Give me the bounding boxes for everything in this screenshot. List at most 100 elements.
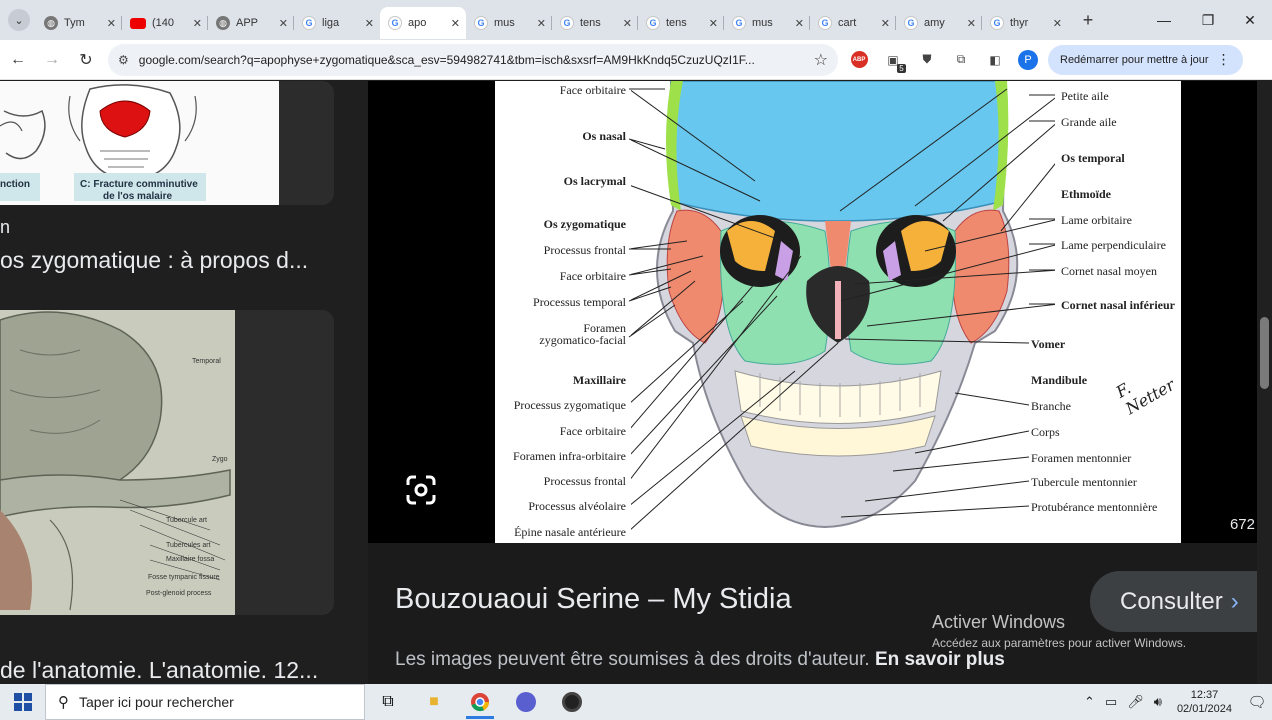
skull-label: Tubercule mentonnier (1031, 475, 1137, 489)
adblock-extension[interactable]: ABP (846, 47, 872, 73)
extension-badge[interactable]: ▣ 5 (880, 47, 906, 73)
tab-9[interactable]: Gmus ✕ (724, 7, 810, 39)
skull-label: Corps (1031, 425, 1060, 439)
google-icon: G (474, 16, 488, 30)
file-explorer-button[interactable]: ■ (411, 684, 457, 720)
url-text[interactable]: google.com/search?q=apophyse+zygomatique… (139, 53, 814, 67)
skull-label: Protubérance mentonnière (1031, 500, 1158, 514)
folder-icon: ■ (429, 693, 439, 710)
skull-label: Os zygomatique (543, 217, 626, 231)
image-source-title[interactable]: Bouzouaoui Serine – My Stidia (395, 583, 792, 616)
site-info-icon[interactable]: ⚙ (118, 53, 129, 67)
skull-label: Face orbitaire (559, 83, 626, 97)
tab-8[interactable]: Gtens ✕ (638, 7, 724, 39)
chevron-up-icon[interactable]: ⌃ (1084, 694, 1095, 710)
tab-12[interactable]: Gthyr ✕ (982, 7, 1068, 39)
chrome-icon (471, 693, 490, 712)
shield-extension[interactable]: ⛊ (914, 47, 940, 73)
start-button[interactable] (0, 684, 45, 720)
google-icon: G (560, 16, 574, 30)
skull-label: zygomatico-facial (539, 333, 626, 347)
chrome-taskbar-button[interactable] (457, 684, 503, 720)
chevron-right-icon: › (1230, 587, 1239, 615)
close-icon[interactable]: ✕ (107, 17, 116, 30)
extensions-button[interactable]: ⧉ (948, 47, 974, 73)
restart-update-button[interactable]: Redémarrer pour mettre à jour ⋮ (1048, 44, 1243, 75)
tab-7[interactable]: Gtens ✕ (552, 7, 638, 39)
page-scrollbar[interactable] (1257, 81, 1272, 684)
back-button[interactable]: ← (2, 44, 34, 76)
close-icon[interactable]: ✕ (967, 17, 976, 30)
clock[interactable]: 12:37 02/01/2024 (1177, 688, 1232, 716)
side-panel-button[interactable]: ◧ (982, 47, 1008, 73)
close-icon[interactable]: ✕ (451, 17, 460, 30)
tab-2[interactable]: (140 ✕ (122, 7, 208, 39)
skull-label: Processus frontal (543, 474, 626, 488)
chevron-down-icon: ⌄ (14, 14, 24, 27)
google-lens-button[interactable] (404, 473, 438, 507)
address-bar[interactable]: ⚙ google.com/search?q=apophyse+zygomatiq… (108, 43, 838, 76)
skull-label: Processus temporal (533, 295, 626, 309)
browser-toolbar: ← → ↻ ⚙ google.com/search?q=apophyse+zyg… (0, 40, 1272, 80)
forward-button[interactable]: → (36, 44, 68, 76)
skull-label: Processus zygomatique (513, 398, 626, 412)
profile-avatar[interactable]: P (1018, 49, 1038, 70)
skull-label: Face orbitaire (559, 269, 626, 283)
new-tab-button[interactable]: + (1076, 10, 1100, 31)
adblock-icon: ABP (850, 51, 868, 68)
skull-label: Branche (1031, 399, 1071, 413)
result-title-1[interactable]: os zygomatique : à propos d... (0, 247, 308, 274)
lens-icon (406, 475, 436, 505)
recorder-icon (562, 692, 582, 712)
app-taskbar-button[interactable] (503, 684, 549, 720)
scrollbar-thumb[interactable] (1260, 317, 1269, 389)
reload-button[interactable]: ↻ (70, 44, 102, 76)
minimize-button[interactable]: — (1142, 0, 1186, 40)
result-thumbnail-1[interactable]: nction C: Fracture comminutive de l'os m… (0, 81, 279, 205)
close-icon[interactable]: ✕ (709, 17, 718, 30)
recorder-taskbar-button[interactable] (549, 684, 595, 720)
close-icon[interactable]: ✕ (365, 17, 374, 30)
taskbar-search-box[interactable]: ⚲ Taper ici pour rechercher (45, 684, 365, 720)
close-window-button[interactable]: ✕ (1228, 0, 1272, 40)
tab-10[interactable]: Gcart ✕ (810, 7, 896, 39)
close-icon[interactable]: ✕ (1053, 17, 1062, 30)
result-source-1[interactable]: n (0, 217, 10, 238)
windows-logo-icon (13, 693, 32, 711)
close-icon[interactable]: ✕ (279, 17, 288, 30)
learn-more-link[interactable]: En savoir plus (875, 649, 1005, 670)
tab-4[interactable]: Gliga ✕ (294, 7, 380, 39)
tab-search-button[interactable]: ⌄ (8, 9, 30, 31)
skull-label: Lame perpendiculaire (1061, 238, 1166, 252)
network-icon[interactable]: ▭ (1105, 694, 1117, 710)
skull-label: Processus alvéolaire (528, 499, 626, 513)
bookmark-star-icon[interactable]: ☆ (814, 50, 828, 70)
arrow-right-icon: → (44, 50, 60, 68)
tab-1[interactable]: ◍ Tym ✕ (36, 7, 122, 39)
globe-icon: ◍ (216, 16, 230, 30)
skull-label: Maxillaire (572, 373, 626, 387)
close-icon[interactable]: ✕ (623, 17, 632, 30)
close-icon[interactable]: ✕ (193, 17, 202, 30)
close-icon[interactable]: ✕ (537, 17, 546, 30)
result-thumbnail-2[interactable]: Temporal Zygo Tubercule art Tubercules a… (0, 310, 235, 615)
skull-anatomy-image[interactable]: Face orbitaire Os nasal Os lacrymal Os zygo… (495, 81, 1181, 543)
tab-6[interactable]: Gmus ✕ (466, 7, 552, 39)
skull-label: Petite aile (1061, 89, 1109, 103)
close-icon[interactable]: ✕ (795, 17, 804, 30)
result-title-2[interactable]: de l'anatomie. L'anatomie. 12... (0, 657, 318, 684)
image-size-label: 672 (1229, 516, 1255, 533)
microphone-icon[interactable]: 🎤︎ (1127, 694, 1144, 710)
close-icon[interactable]: ✕ (881, 17, 890, 30)
restore-button[interactable]: ❐ (1186, 0, 1230, 40)
task-view-button[interactable]: ⧉ (365, 684, 411, 720)
volume-icon[interactable]: 🔊︎ (1154, 694, 1162, 710)
task-view-icon: ⧉ (382, 693, 394, 710)
notification-icon[interactable]: 🗨︎ (1242, 693, 1272, 711)
tab-5-active[interactable]: Gapo ✕ (380, 7, 466, 39)
skull-label: Grande aile (1061, 115, 1117, 129)
system-tray: ⌃ ▭ 🎤︎ 🔊︎ 12:37 02/01/2024 🗨︎ (1079, 684, 1272, 720)
minimize-icon: — (1157, 12, 1171, 28)
tab-3[interactable]: ◍ APP ✕ (208, 7, 294, 39)
tab-11[interactable]: Gamy ✕ (896, 7, 982, 39)
